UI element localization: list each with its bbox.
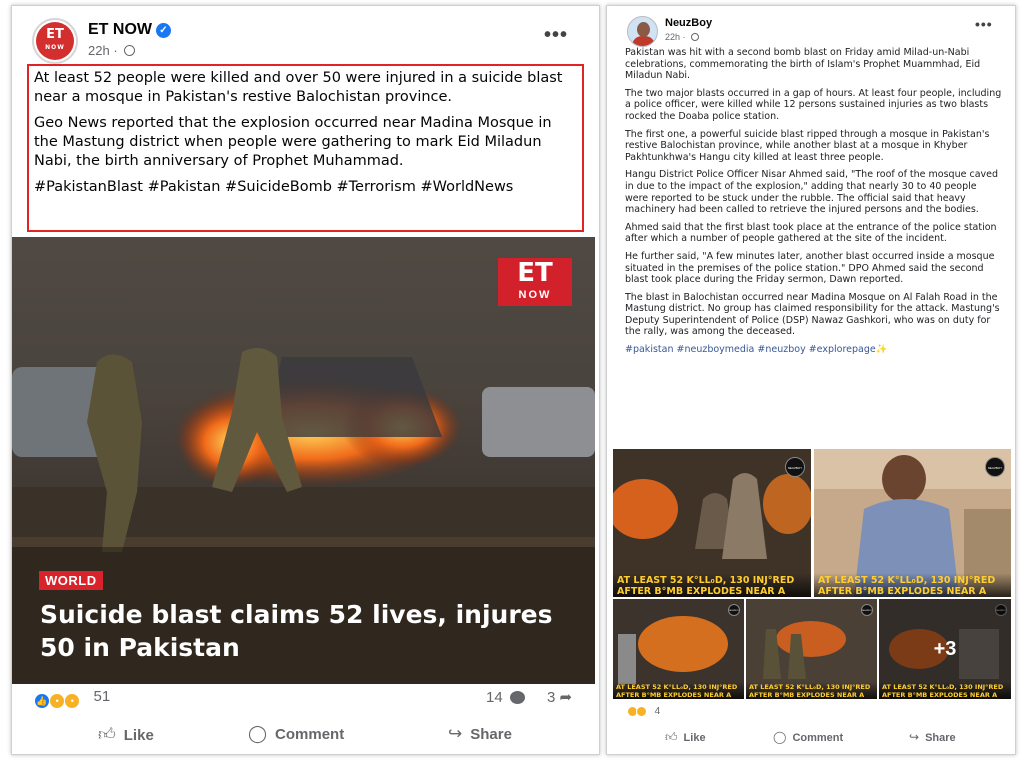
post-hashtags[interactable]: #PakistanBlast #Pakistan #SuicideBomb #T… [34, 178, 577, 197]
globe-icon [124, 45, 136, 56]
photo-thumbnail[interactable]: NEUZBOY AT LEAST 52 K°LL₀D, 130 INJ°RED A… [814, 449, 1011, 597]
et-now-avatar[interactable]: ET NOW [32, 18, 78, 64]
image-headline: Suicide blast claims 52 lives, injures 5… [40, 600, 553, 662]
comment-icon: ◯ [248, 724, 268, 743]
verified-badge-icon: ✓ [156, 23, 171, 38]
neuzboy-avatar[interactable] [627, 16, 658, 47]
neuzboy-watermark: NEUZBOY [785, 457, 805, 477]
like-button[interactable]: 👍︎ Like [665, 730, 706, 745]
post-paragraph: The blast in Balochistan occurred near M… [625, 291, 1000, 338]
comment-count[interactable]: 14 [486, 689, 503, 706]
more-options-icon[interactable]: ••• [544, 24, 568, 47]
thumbs-up-icon: 👍︎ [665, 730, 678, 744]
thumb-caption: AT LEAST 52 K°LL₀D, 130 INJ°RED AFTER B°M… [814, 573, 1011, 597]
neuzboy-watermark: NEUZBOY [728, 604, 740, 616]
thumbs-up-icon: 👍︎ [98, 725, 116, 744]
thumb-caption: AT LEAST 52 K°LL₀D, 130 INJ°RED AFTER B°M… [879, 682, 1011, 699]
globe-icon [691, 33, 700, 41]
thumb-caption: AT LEAST 52 K°LL₀D, 130 INJ°RED AFTER B°M… [613, 573, 811, 597]
like-button[interactable]: 👍︎ Like [98, 724, 154, 745]
share-button[interactable]: ↪ Share [909, 730, 956, 744]
post-body: Pakistan was hit with a second bomb blas… [625, 47, 1002, 362]
photo-thumbnail[interactable]: NEUZBOY AT LEAST 52 K°LL₀D, 130 INJ°RED A… [613, 599, 744, 699]
haha-reaction-icon [635, 706, 647, 717]
post-paragraph: Ahmed said that the first blast took pla… [625, 221, 997, 245]
post-paragraph: The two major blasts occurred in a gap o… [625, 87, 1002, 122]
category-tag: WORLD [39, 571, 103, 590]
post-hashtags[interactable]: #pakistan #neuzboymedia #neuzboy #explor… [625, 344, 1002, 356]
reaction-count: 51 [93, 688, 111, 705]
share-icon: ↪ [909, 730, 920, 744]
post-paragraph: Hangu District Police Officer Nisar Ahme… [625, 169, 999, 216]
reaction-summary[interactable]: 4 [627, 706, 660, 717]
post-action-bar: 👍︎ Like ◯ Comment ↪ Share [12, 724, 595, 748]
comment-button[interactable]: ◯ Comment [773, 730, 843, 744]
like-reaction-icon: 👍 [34, 693, 50, 709]
reaction-summary[interactable]: 👍 • • 51 [34, 688, 110, 709]
photo-thumbnail[interactable]: NEUZBOY AT LEAST 52 K°LL₀D, 130 INJ°RED A… [746, 599, 877, 699]
neuzboy-watermark: NEUZBOY [985, 457, 1005, 477]
post-author-name[interactable]: ET NOW ✓ [88, 21, 171, 39]
engagement-counts[interactable]: 14 3 ➦ [486, 688, 572, 706]
post-paragraph: The first one, a powerful suicide blast … [625, 128, 990, 163]
haha-reaction-icon: • [64, 693, 81, 709]
et-now-watermark: ET NOW [498, 258, 572, 306]
neuzboy-post: NeuzBoy 22h · ••• Pakistan was hit with … [606, 5, 1016, 755]
post-timestamp[interactable]: 22h · [665, 32, 700, 42]
post-paragraph: Geo News reported that the explosion occ… [34, 115, 552, 169]
reaction-count: 4 [654, 706, 661, 717]
comment-button[interactable]: ◯ Comment [248, 724, 344, 744]
more-options-icon[interactable]: ••• [975, 16, 993, 32]
share-arrow-icon: ➦ [559, 689, 573, 706]
comment-icon: ◯ [773, 730, 787, 744]
photo-thumbnail[interactable]: NEUZBOY AT LEAST 52 K°LL₀D, 130 INJ°RED A… [613, 449, 811, 597]
post-author-name[interactable]: NeuzBoy [665, 17, 712, 29]
post-paragraph: At least 52 people were killed and over … [34, 70, 563, 105]
post-timestamp[interactable]: 22h · [88, 43, 136, 58]
post-paragraph: He further said, "A few minutes later, a… [625, 250, 995, 286]
sad-reaction-icon: • [49, 693, 66, 709]
neuzboy-watermark: NEUZBOY [861, 604, 873, 616]
share-count[interactable]: 3 [547, 689, 555, 706]
thumb-caption: AT LEAST 52 K°LL₀D, 130 INJ°RED AFTER B°M… [613, 682, 744, 699]
post-paragraph: Pakistan was hit with a second bomb blas… [625, 47, 981, 82]
post-caption-highlight: At least 52 people were killed and over … [27, 64, 584, 232]
share-icon: ↪ [448, 724, 463, 743]
comment-bubble-icon [509, 691, 525, 704]
et-now-post: ET NOW ET NOW ✓ 22h · ••• At least 52 peo… [11, 5, 600, 755]
post-image[interactable]: ET NOW WORLD Suicide blast claims 52 liv… [12, 237, 595, 684]
photo-thumbnail[interactable]: NEUZBOY +3 AT LEAST 52 K°LL₀D, 130 INJ°R… [879, 599, 1011, 699]
share-button[interactable]: ↪ Share [448, 724, 512, 744]
thumb-caption: AT LEAST 52 K°LL₀D, 130 INJ°RED AFTER B°M… [746, 682, 877, 699]
